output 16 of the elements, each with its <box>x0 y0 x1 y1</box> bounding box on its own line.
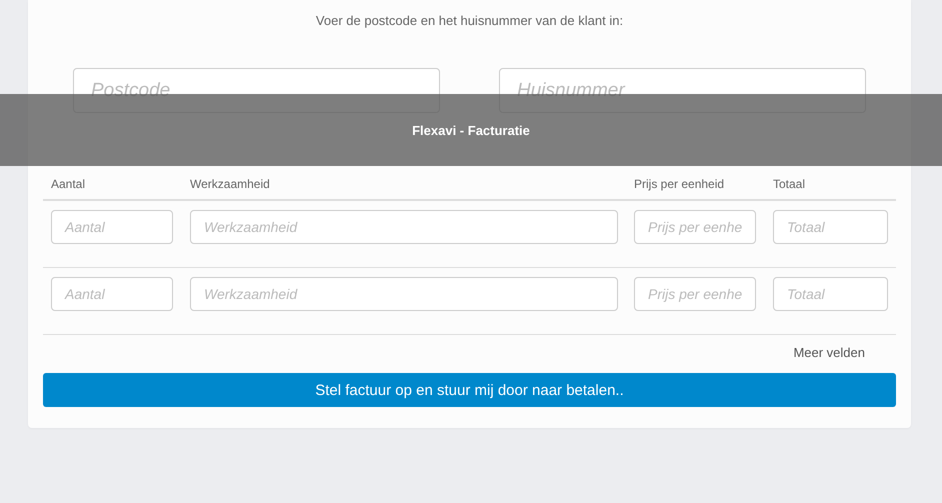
submit-button[interactable]: Stel factuur op en stuur mij door naar betalen.. <box>43 373 896 407</box>
table-input-field[interactable]: Totaal <box>773 277 888 311</box>
overlay-title: Flexavi - Facturatie <box>412 122 530 138</box>
table-input-field[interactable]: Werkzaamheid <box>190 277 618 311</box>
instruction-text: Voer de postcode en het huisnummer van de klant in: <box>314 12 624 30</box>
column-header: Werkzaamheid <box>190 177 270 191</box>
table-input-field[interactable]: Totaal <box>773 210 888 244</box>
table-input-field[interactable]: Aantal <box>51 277 173 311</box>
table-input-field[interactable]: Prijs per eenhe <box>634 210 756 244</box>
column-header: Aantal <box>51 177 86 191</box>
more-fields-link[interactable]: Meer velden <box>793 345 865 360</box>
column-header: Prijs per eenheid <box>634 177 724 191</box>
table-input-field[interactable]: Werkzaamheid <box>190 210 618 244</box>
table-input-field[interactable]: Prijs per eenhe <box>634 277 756 311</box>
column-header: Totaal <box>773 177 806 191</box>
table-input-field[interactable]: Aantal <box>51 210 173 244</box>
